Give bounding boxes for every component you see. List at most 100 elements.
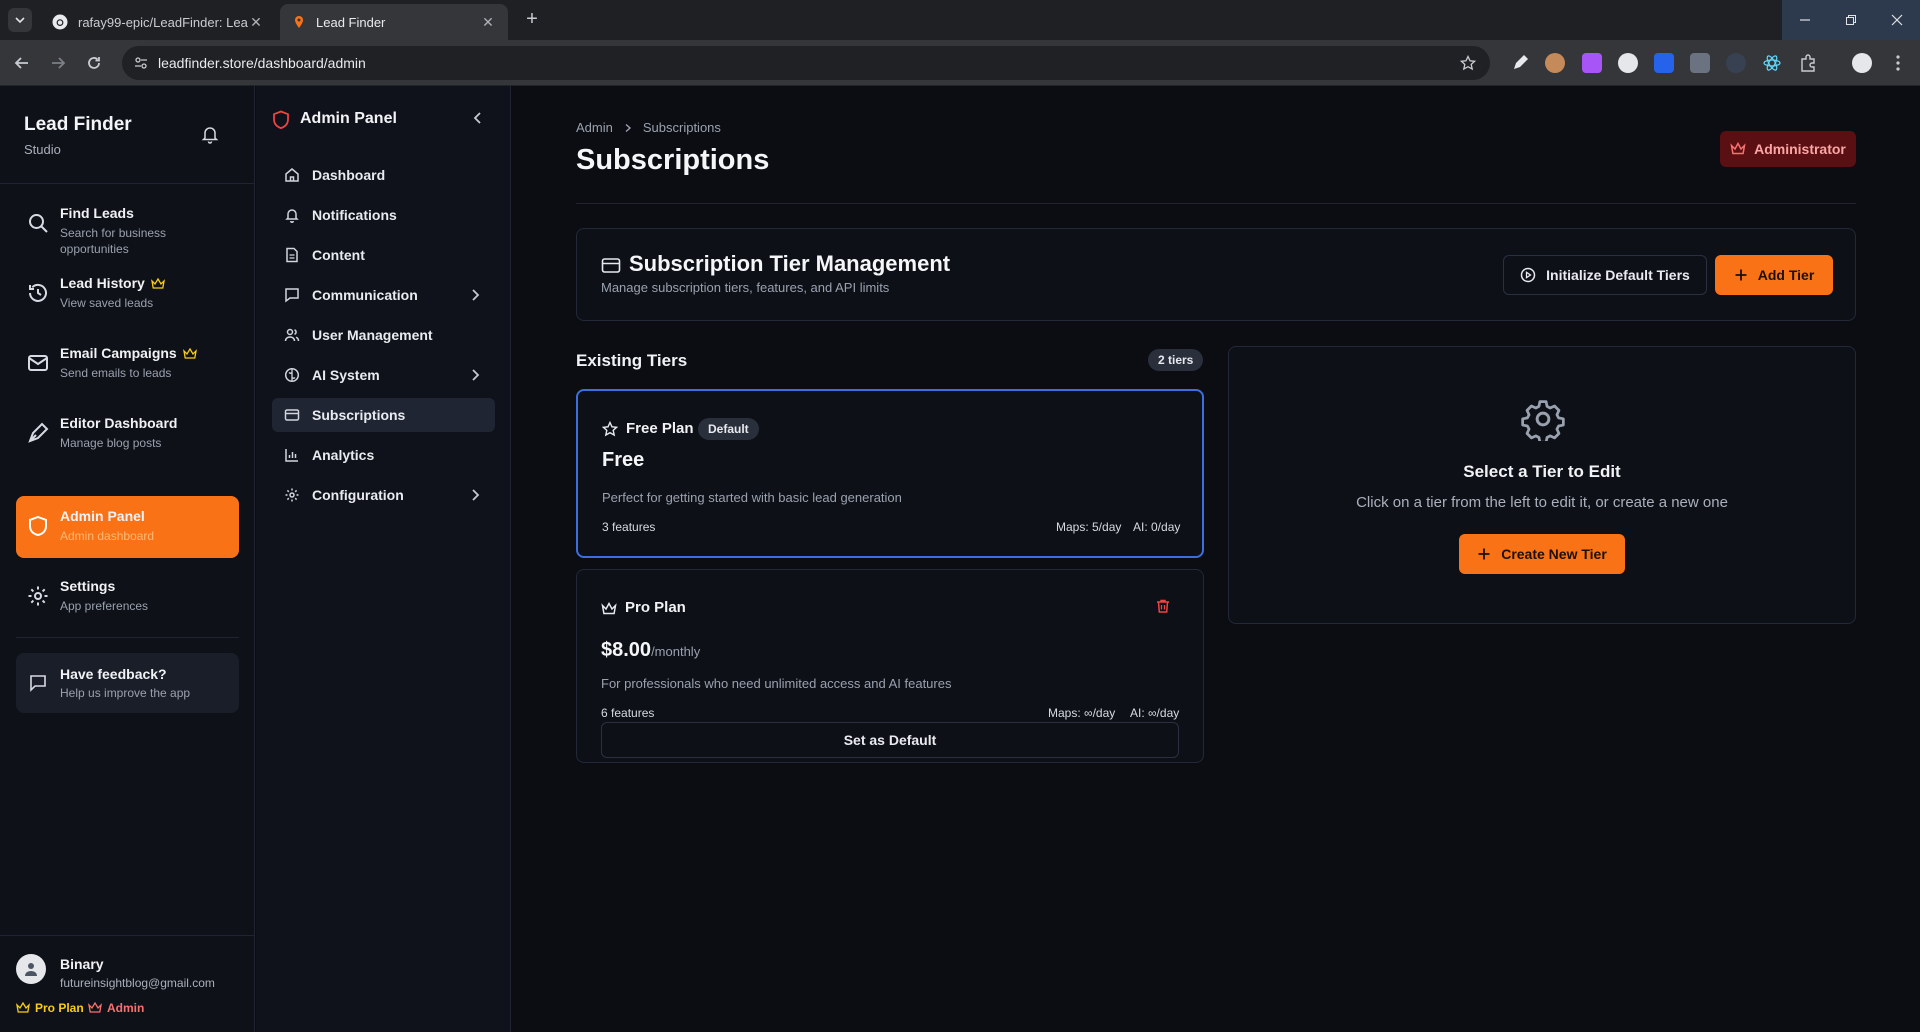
add-tier-button[interactable]: Add Tier	[1715, 255, 1833, 295]
play-circle-icon	[1520, 267, 1536, 283]
credit-card-icon	[601, 258, 621, 273]
delete-tier-button[interactable]	[1155, 598, 1175, 618]
subnav-item-configuration[interactable]: Configuration	[272, 478, 495, 512]
star-icon	[602, 421, 618, 437]
subnav-item-user-management[interactable]: User Management	[272, 318, 495, 352]
subnav-item-communication[interactable]: Communication	[272, 278, 495, 312]
user-email: futureinsightblog@gmail.com	[60, 976, 215, 990]
subnav-item-label: Analytics	[312, 447, 375, 463]
default-badge-text: Default	[698, 418, 759, 440]
github-icon	[52, 14, 68, 30]
tier-price: $8.00	[601, 639, 652, 661]
subnav-item-label: AI System	[312, 367, 380, 383]
add-tier-label: Add Tier	[1757, 267, 1815, 283]
tier-card-free[interactable]: Free Plan Default Free Perfect for getti…	[576, 389, 1204, 558]
subnav-item-label: Subscriptions	[312, 407, 406, 423]
bitwarden-icon[interactable]	[1654, 53, 1674, 73]
avatar	[16, 954, 46, 984]
brain-icon	[284, 367, 300, 383]
window-minimize-button[interactable]	[1782, 0, 1828, 40]
administrator-label: Administrator	[1754, 141, 1846, 157]
close-tab-icon[interactable]: ✕	[480, 14, 496, 31]
primary-sidebar: Lead Finder Studio Find Leads Search for…	[0, 86, 255, 1032]
browser-tab-leadfinder[interactable]: Lead Finder ✕	[280, 4, 508, 40]
initialize-default-tiers-button[interactable]: Initialize Default Tiers	[1503, 255, 1707, 295]
brand-title: Lead Finder	[24, 114, 132, 135]
react-icon[interactable]	[1762, 53, 1782, 73]
sidebar-item-title: Email Campaigns	[60, 345, 197, 361]
tier-management-card: Subscription Tier Management Manage subs…	[576, 228, 1856, 321]
notifications-bell-button[interactable]	[200, 124, 222, 146]
bell-icon	[201, 127, 219, 144]
header-divider	[576, 203, 1856, 204]
subnav-item-content[interactable]: Content	[272, 238, 495, 272]
sidebar-item-lead-history[interactable]: Lead History View saved leads	[16, 263, 239, 325]
crown-icon	[16, 1002, 30, 1013]
subnav-item-notifications[interactable]: Notifications	[272, 198, 495, 232]
close-tab-icon[interactable]: ✕	[248, 14, 264, 31]
bookmark-star-icon[interactable]	[1460, 55, 1476, 71]
collapse-subnav-button[interactable]	[470, 110, 490, 130]
subnav-item-ai-system[interactable]: AI System	[272, 358, 495, 392]
subnav-item-label: Dashboard	[312, 167, 386, 183]
window-close-button[interactable]	[1874, 0, 1920, 40]
window-restore-button[interactable]	[1828, 0, 1874, 40]
extension-icon[interactable]	[1726, 53, 1746, 73]
tab-search-button[interactable]	[8, 8, 32, 32]
browser-toolbar: leadfinder.store/dashboard/admin	[0, 40, 1920, 86]
browser-tab-github[interactable]: rafay99-epic/LeadFinder: Lead ✕	[40, 4, 276, 40]
breadcrumb-item-admin[interactable]: Admin	[576, 120, 613, 135]
profile-avatar-icon[interactable]	[1852, 53, 1872, 73]
user-name: Binary	[60, 956, 104, 972]
chevron-down-icon	[15, 17, 25, 24]
tier-price-row: $8.00/monthly	[601, 639, 700, 662]
tier-card-pro[interactable]: Pro Plan $8.00/monthly For professionals…	[576, 569, 1204, 763]
user-role-badge: Admin	[88, 1001, 144, 1015]
sidebar-divider	[0, 183, 255, 184]
brand-subtitle: Studio	[24, 142, 61, 157]
subnav-item-label: Communication	[312, 287, 418, 303]
extensions-puzzle-icon[interactable]	[1798, 53, 1818, 73]
create-new-tier-button[interactable]: Create New Tier	[1459, 534, 1625, 574]
breadcrumb-item-subscriptions: Subscriptions	[642, 120, 721, 135]
feedback-card[interactable]: Have feedback? Help us improve the app	[16, 653, 239, 713]
editor-empty-title: Select a Tier to Edit	[1463, 462, 1621, 481]
sidebar-item-email-campaigns[interactable]: Email Campaigns Send emails to leads	[16, 333, 239, 395]
new-tab-button[interactable]: +	[520, 8, 544, 32]
default-badge: Default	[698, 418, 759, 440]
address-bar[interactable]: leadfinder.store/dashboard/admin	[122, 46, 1490, 80]
sidebar-item-subtitle: View saved leads	[60, 296, 154, 310]
subnav-item-subscriptions[interactable]: Subscriptions	[272, 398, 495, 432]
subnav-title: Admin Panel	[300, 110, 397, 127]
pen-extension-icon[interactable]	[1510, 53, 1530, 73]
sidebar-item-find-leads[interactable]: Find Leads Search for business opportuni…	[16, 193, 239, 256]
tier-count-badge: 2 tiers	[1148, 349, 1204, 371]
sidebar-item-admin-panel[interactable]: Admin Panel Admin dashboard	[16, 496, 239, 558]
trash-icon	[1157, 599, 1169, 613]
sidebar-item-editor-dashboard[interactable]: Editor Dashboard Manage blog posts	[16, 403, 239, 465]
site-info-icon[interactable]	[134, 56, 148, 70]
back-button[interactable]	[10, 51, 34, 75]
extension-icon[interactable]	[1582, 53, 1602, 73]
subnav-item-label: Configuration	[312, 487, 404, 503]
extension-icon[interactable]	[1618, 53, 1638, 73]
browser-menu-icon[interactable]	[1888, 53, 1908, 73]
subnav-item-dashboard[interactable]: Dashboard	[272, 158, 495, 192]
tier-ai-limit: AI: 0/day	[1133, 520, 1181, 534]
user-profile[interactable]: Binary futureinsightblog@gmail.com Pro P…	[0, 936, 255, 1032]
sidebar-item-settings[interactable]: Settings App preferences	[16, 566, 239, 628]
extension-icon[interactable]	[1545, 53, 1565, 73]
subnav-item-label: User Management	[312, 327, 433, 343]
reload-button[interactable]	[82, 51, 106, 75]
forward-button[interactable]	[46, 51, 70, 75]
crown-icon	[1730, 142, 1746, 155]
message-icon	[285, 288, 299, 303]
subnav-item-label: Content	[312, 247, 365, 263]
sidebar-item-title: Editor Dashboard	[60, 415, 178, 431]
extension-icon[interactable]	[1690, 53, 1710, 73]
sidebar-item-title-text: Email Campaigns	[60, 345, 177, 361]
sidebar-divider	[16, 637, 239, 638]
subnav-item-analytics[interactable]: Analytics	[272, 438, 495, 472]
set-as-default-button[interactable]: Set as Default	[601, 722, 1179, 758]
search-icon	[29, 214, 48, 233]
